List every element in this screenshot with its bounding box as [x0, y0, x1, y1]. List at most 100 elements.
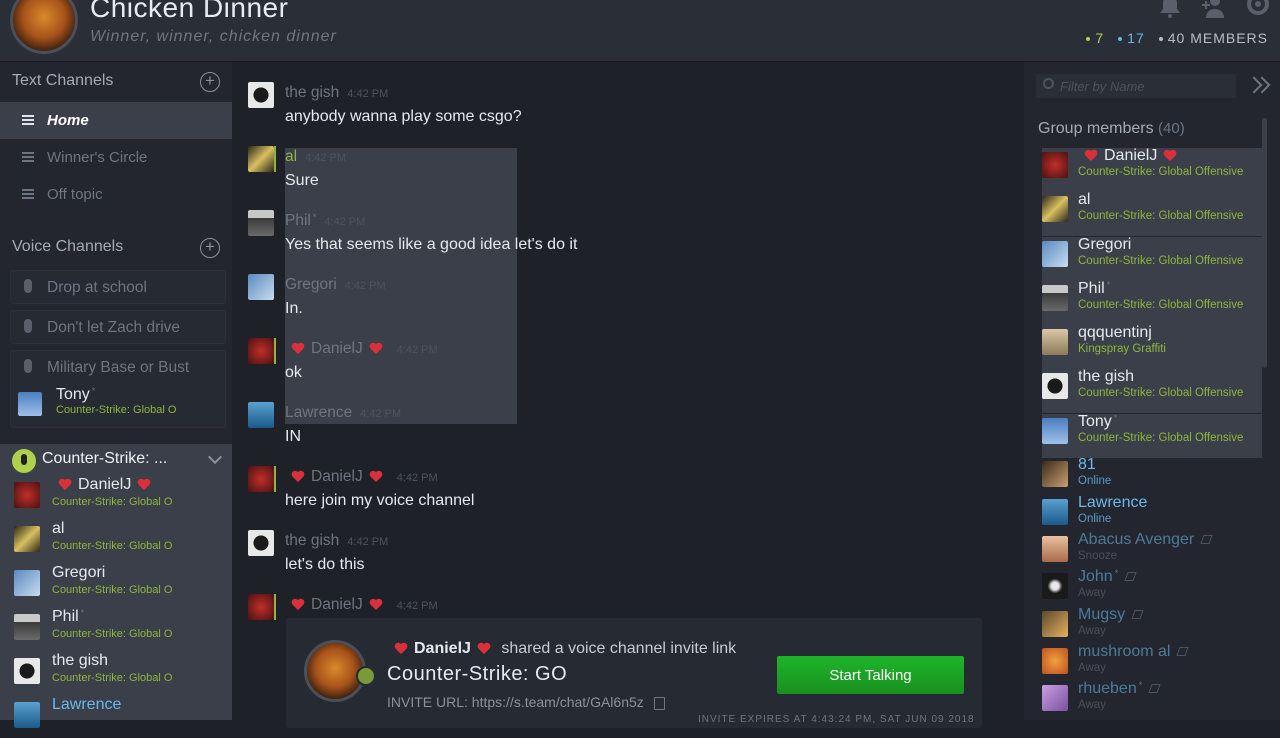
member-item[interactable]: al Counter-Strike: Global Offensive	[1042, 191, 1262, 236]
chat-message: the gish 4:42 PM let's do this	[248, 526, 1008, 586]
copy-icon[interactable]	[653, 696, 665, 710]
mic-icon	[24, 319, 32, 333]
message-author[interactable]: DanielJ 4:42 PM	[285, 596, 438, 614]
active-voice-channel: Counter-Strike: ... DanielJ Counter-Stri…	[0, 444, 232, 728]
message-text: In.	[285, 300, 303, 317]
member-item[interactable]: Gregori Counter-Strike: Global Offensive	[1042, 236, 1262, 281]
member-filter[interactable]	[1036, 74, 1236, 98]
member-name: mushroom al	[1078, 643, 1190, 661]
channel-off-topic[interactable]: Off topic	[0, 176, 232, 213]
avatar[interactable]	[248, 146, 274, 172]
message-author[interactable]: Gregori 4:42 PM	[285, 276, 386, 294]
heart-icon	[369, 471, 383, 483]
avatar[interactable]	[248, 274, 274, 300]
message-author[interactable]: DanielJ 4:42 PM	[285, 340, 438, 358]
chevron-down-icon[interactable]	[207, 449, 223, 465]
voice-user-tony[interactable]: Tony* Counter-Strike: Global Offensive	[18, 386, 228, 426]
member-item[interactable]: the gish Counter-Strike: Global Offensiv…	[1042, 368, 1262, 413]
message-author[interactable]: Phil * 4:42 PM	[285, 212, 365, 230]
voice-member-name: the gish	[52, 652, 109, 669]
member-name: the gish	[1078, 368, 1135, 385]
avatar	[1042, 573, 1068, 599]
heart-icon	[1163, 150, 1177, 162]
voice-member[interactable]: Lawrence	[14, 696, 224, 738]
avatar	[1042, 285, 1068, 311]
avatar	[14, 526, 40, 552]
member-name: Lawrence	[1078, 494, 1148, 511]
message-text: IN	[285, 428, 301, 445]
member-filter-input[interactable]	[1060, 76, 1230, 96]
online-count: 17	[1118, 30, 1145, 46]
avatar	[18, 392, 42, 416]
members-scrollbar[interactable]	[1262, 118, 1267, 368]
members-panel: Group members (40) DanielJ Counter-Strik…	[1024, 62, 1280, 720]
member-item[interactable]: Tony * Counter-Strike: Global Offensive	[1042, 413, 1262, 458]
bell-icon[interactable]	[1158, 0, 1182, 18]
voice-member[interactable]: Phil* Counter-Strike: Global Offensive	[14, 608, 224, 650]
member-status: Online	[1078, 475, 1112, 487]
message-author[interactable]: the gish 4:42 PM	[285, 532, 388, 550]
message-text: Yes that seems like a good idea let's do…	[285, 236, 578, 253]
avatar[interactable]	[248, 402, 274, 428]
add-friend-icon[interactable]	[1202, 0, 1226, 18]
channel-winners-circle[interactable]: Winner's Circle	[0, 139, 232, 176]
avatar	[1042, 499, 1068, 525]
channel-icon	[22, 152, 34, 162]
member-item[interactable]: DanielJ Counter-Strike: Global Offensive	[1042, 147, 1262, 192]
heart-icon	[394, 643, 408, 655]
voice-channel-dont-let-zach-drive[interactable]: Don't let Zach drive	[10, 310, 226, 344]
message-time: 4:42 PM	[396, 472, 438, 484]
voice-member-name: Lawrence	[52, 696, 122, 713]
chat-message: Lawrence 4:42 PM IN	[248, 398, 1008, 458]
message-text: ok	[285, 364, 302, 381]
message-author[interactable]: Lawrence 4:42 PM	[285, 404, 401, 422]
active-voice-header[interactable]: Counter-Strike: ...	[0, 444, 232, 476]
mobile-icon	[1124, 572, 1137, 582]
avatar	[1042, 536, 1068, 562]
member-status: Away	[1078, 625, 1106, 637]
heart-icon	[291, 471, 305, 483]
member-status: Kingspray Graffiti	[1078, 343, 1166, 355]
channel-home[interactable]: Home	[0, 102, 232, 139]
collapse-panel-icon[interactable]	[1248, 76, 1270, 96]
add-text-channel-button[interactable]: +	[200, 72, 220, 92]
group-avatar[interactable]	[10, 0, 78, 54]
voice-channel-drop-at-school[interactable]: Drop at school	[10, 270, 226, 304]
heart-icon	[291, 343, 305, 355]
avatar[interactable]	[248, 594, 274, 620]
avatar	[14, 614, 40, 640]
avatar[interactable]	[248, 338, 274, 364]
message-time: 4:42 PM	[396, 344, 438, 356]
avatar	[1042, 461, 1068, 487]
message-author[interactable]: DanielJ 4:42 PM	[285, 468, 438, 486]
member-name: 81	[1078, 456, 1096, 473]
mic-icon	[24, 359, 32, 373]
member-item[interactable]: Phil * Counter-Strike: Global Offensive	[1042, 280, 1262, 325]
heart-icon	[369, 343, 383, 355]
voice-member[interactable]: al Counter-Strike: Global Offensive	[14, 520, 224, 562]
message-author[interactable]: the gish 4:42 PM	[285, 84, 388, 102]
voice-member[interactable]: the gish Counter-Strike: Global Offensiv…	[14, 652, 224, 694]
voice-member[interactable]: Gregori Counter-Strike: Global Offensive	[14, 564, 224, 606]
invite-url[interactable]: INVITE URL: https://s.team/chat/GAl6n5z	[387, 694, 665, 710]
avatar[interactable]	[248, 466, 274, 492]
avatar[interactable]	[248, 82, 274, 108]
add-voice-channel-button[interactable]: +	[200, 238, 220, 258]
search-icon	[1043, 78, 1054, 89]
member-name: al	[1078, 191, 1091, 208]
chat-message: Gregori 4:42 PM In.	[248, 270, 1008, 330]
avatar[interactable]	[248, 210, 274, 236]
member-status: Counter-Strike: Global Offensive	[1078, 299, 1244, 311]
voice-member[interactable]: DanielJ Counter-Strike: Global Offensive	[14, 476, 224, 518]
member-item[interactable]: qqquentinj Kingspray Graffiti	[1042, 324, 1262, 369]
chat-message: Phil * 4:42 PM Yes that seems like a good …	[248, 206, 1008, 266]
channel-sidebar: Text Channels + Home Winner's Circle Off…	[0, 62, 232, 728]
start-talking-button[interactable]: Start Talking	[777, 656, 964, 694]
mobile-icon	[1176, 647, 1190, 657]
gear-icon[interactable]	[1246, 0, 1270, 18]
member-name: DanielJ	[1078, 147, 1183, 165]
ingame-count: 7	[1086, 30, 1104, 46]
avatar[interactable]	[248, 530, 274, 556]
member-item[interactable]: rhueben * Away	[1042, 680, 1262, 725]
message-text: let's do this	[285, 556, 365, 573]
